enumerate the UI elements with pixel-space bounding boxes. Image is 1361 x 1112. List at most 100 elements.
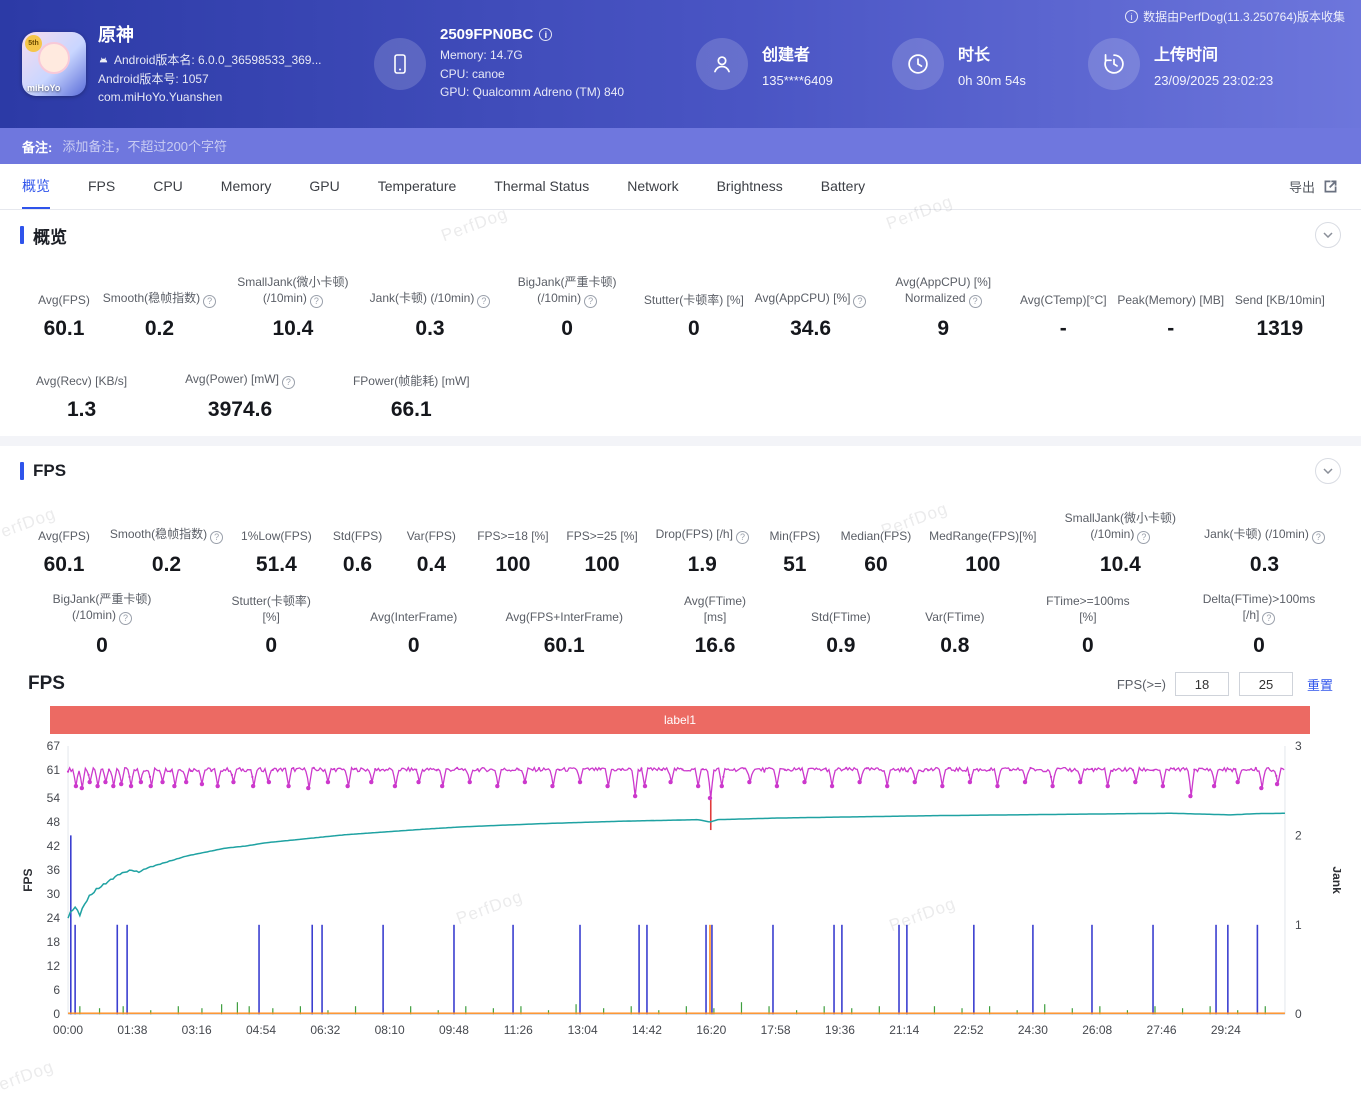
metric-label: Stutter(卡顿率) [%] bbox=[644, 274, 744, 308]
overview-metrics-row2: Avg(Recv) [KB/s]1.3 Avg(Power) [mW]?3974.… bbox=[0, 355, 1361, 422]
metric-value: 0 bbox=[374, 634, 453, 658]
metric-value: 10.4 bbox=[1054, 553, 1186, 577]
tab-Memory[interactable]: Memory bbox=[221, 164, 272, 209]
metric: Avg(FTime) [ms]16.6 bbox=[675, 591, 755, 658]
metric: FPS>=25 [%]100 bbox=[566, 510, 637, 577]
export-button[interactable]: 导出 bbox=[1289, 177, 1339, 196]
metric-label: Peak(Memory) [MB] bbox=[1117, 274, 1224, 308]
metric-label: FPower(帧能耗) [mW] bbox=[353, 355, 470, 389]
metric-value: 0 bbox=[226, 634, 316, 658]
help-icon[interactable]: ? bbox=[969, 295, 982, 308]
fps-chart-wrap: 0612182430364248546167012300:0001:3803:1… bbox=[0, 738, 1361, 1056]
device-memory: Memory: 14.7G bbox=[440, 46, 624, 65]
help-icon[interactable]: ? bbox=[477, 295, 490, 308]
metric-value: 10.4 bbox=[227, 317, 359, 341]
note-input[interactable] bbox=[62, 139, 1339, 154]
upload-label: 上传时间 bbox=[1154, 41, 1273, 65]
svg-text:6: 6 bbox=[53, 983, 60, 997]
svg-text:24: 24 bbox=[47, 911, 61, 925]
tab-Temperature[interactable]: Temperature bbox=[378, 164, 457, 209]
metric: Avg(Recv) [KB/s]1.3 bbox=[36, 355, 127, 422]
metric: Stutter(卡顿率) [%] 0 bbox=[644, 274, 744, 341]
help-icon[interactable]: ? bbox=[1137, 531, 1150, 544]
fps-collapse-button[interactable] bbox=[1315, 458, 1341, 484]
metric: Smooth(稳帧指数)?0.2 bbox=[103, 274, 216, 341]
svg-text:08:10: 08:10 bbox=[375, 1023, 405, 1037]
metric-label: MedRange(FPS)[%] bbox=[929, 510, 1036, 544]
svg-text:17:58: 17:58 bbox=[761, 1023, 791, 1037]
metric: SmallJank(微小卡顿) (/10min)?10.4 bbox=[227, 274, 359, 341]
help-icon[interactable]: ? bbox=[853, 295, 866, 308]
overview-section: 概览 Avg(FPS)60.1Smooth(稳帧指数)?0.2SmallJank… bbox=[0, 210, 1361, 436]
help-icon[interactable]: ? bbox=[1312, 531, 1325, 544]
svg-text:00:00: 00:00 bbox=[53, 1023, 83, 1037]
android-icon bbox=[98, 55, 109, 66]
svg-text:FPS: FPS bbox=[21, 868, 35, 891]
metric-value: 0.4 bbox=[403, 553, 459, 577]
tab-FPS[interactable]: FPS bbox=[88, 164, 115, 209]
help-icon[interactable]: ? bbox=[210, 531, 223, 544]
section-divider bbox=[0, 436, 1361, 446]
tabs-bar: 概览 FPS CPU Memory GPU Temperature Thermal Stat… bbox=[0, 164, 1361, 210]
svg-text:1: 1 bbox=[1295, 918, 1302, 932]
metric-label: BigJank(严重卡顿) (/10min)? bbox=[501, 274, 633, 308]
metric: Stutter(卡顿率) [%]0 bbox=[226, 591, 316, 658]
reset-link[interactable]: 重置 bbox=[1307, 675, 1333, 694]
svg-text:19:36: 19:36 bbox=[825, 1023, 855, 1037]
metric: BigJank(严重卡顿) (/10min)?0 bbox=[501, 274, 633, 341]
tab-概览[interactable]: 概览 bbox=[22, 164, 50, 209]
metric-label: Avg(InterFrame) bbox=[374, 591, 453, 625]
metric: SmallJank(微小卡顿) (/10min)?10.4 bbox=[1054, 510, 1186, 577]
tab-Brightness[interactable]: Brightness bbox=[717, 164, 783, 209]
help-icon[interactable]: ? bbox=[310, 295, 323, 308]
metric-value: 0 bbox=[644, 317, 744, 341]
tab-CPU[interactable]: CPU bbox=[153, 164, 183, 209]
metric-label: Smooth(稳帧指数)? bbox=[103, 274, 216, 308]
metric-value: 1319 bbox=[1235, 317, 1325, 341]
metric-value: - bbox=[1117, 317, 1224, 341]
metric-label: Smooth(稳帧指数)? bbox=[110, 510, 223, 544]
svg-text:22:52: 22:52 bbox=[954, 1023, 984, 1037]
metric: MedRange(FPS)[%] 100 bbox=[929, 510, 1036, 577]
help-icon[interactable]: ? bbox=[736, 531, 749, 544]
fps-chart[interactable]: 0612182430364248546167012300:0001:3803:1… bbox=[20, 738, 1341, 1048]
metric: Peak(Memory) [MB] - bbox=[1117, 274, 1224, 341]
metric-value: 66.1 bbox=[353, 398, 470, 422]
device-block: 2509FPN0BC i Memory: 14.7G CPU: canoe GP… bbox=[374, 26, 696, 102]
app-version-name: Android版本名: 6.0.0_36598533_369... bbox=[114, 51, 321, 70]
help-icon[interactable]: ? bbox=[119, 612, 132, 625]
metric-value: 60.1 bbox=[511, 634, 617, 658]
help-icon[interactable]: ? bbox=[1262, 612, 1275, 625]
svg-text:0: 0 bbox=[53, 1007, 60, 1021]
metric-label: Avg(FPS) bbox=[36, 274, 92, 308]
help-icon[interactable]: ? bbox=[282, 376, 295, 389]
device-info-icon[interactable]: i bbox=[539, 28, 552, 41]
metric: Avg(FPS)60.1 bbox=[36, 510, 92, 577]
fps-filter-max-input[interactable] bbox=[1239, 672, 1293, 696]
metric-value: 0 bbox=[1193, 634, 1325, 658]
tab-Battery[interactable]: Battery bbox=[821, 164, 865, 209]
metric-value: 0.2 bbox=[110, 553, 223, 577]
metric: Var(FTime)0.8 bbox=[927, 591, 983, 658]
person-icon bbox=[696, 38, 748, 90]
overview-collapse-button[interactable] bbox=[1315, 222, 1341, 248]
tab-GPU[interactable]: GPU bbox=[309, 164, 339, 209]
app-icon-badge: 5th bbox=[25, 35, 42, 52]
app-version-code: Android版本号: 1057 bbox=[98, 70, 209, 89]
tab-Thermal Status[interactable]: Thermal Status bbox=[494, 164, 589, 209]
fps-filter-min-input[interactable] bbox=[1175, 672, 1229, 696]
metric-label: Jank(卡顿) (/10min)? bbox=[370, 274, 491, 308]
metric-label: Avg(FPS+InterFrame) bbox=[511, 591, 617, 625]
help-icon[interactable]: ? bbox=[203, 295, 216, 308]
metric-value: 100 bbox=[929, 553, 1036, 577]
tab-Network[interactable]: Network bbox=[627, 164, 678, 209]
chevron-down-icon bbox=[1323, 232, 1333, 238]
metric: Avg(Power) [mW]?3974.6 bbox=[185, 355, 295, 422]
svg-text:01:38: 01:38 bbox=[117, 1023, 147, 1037]
metric-value: 1.3 bbox=[36, 398, 127, 422]
help-icon[interactable]: ? bbox=[584, 295, 597, 308]
metric-value: 0.3 bbox=[1204, 553, 1325, 577]
metric: Avg(AppCPU) [%] Normalized?9 bbox=[877, 274, 1009, 341]
metric: Delta(FTime)>100ms [/h]?0 bbox=[1193, 591, 1325, 658]
metric-label: Var(FTime) bbox=[927, 591, 983, 625]
